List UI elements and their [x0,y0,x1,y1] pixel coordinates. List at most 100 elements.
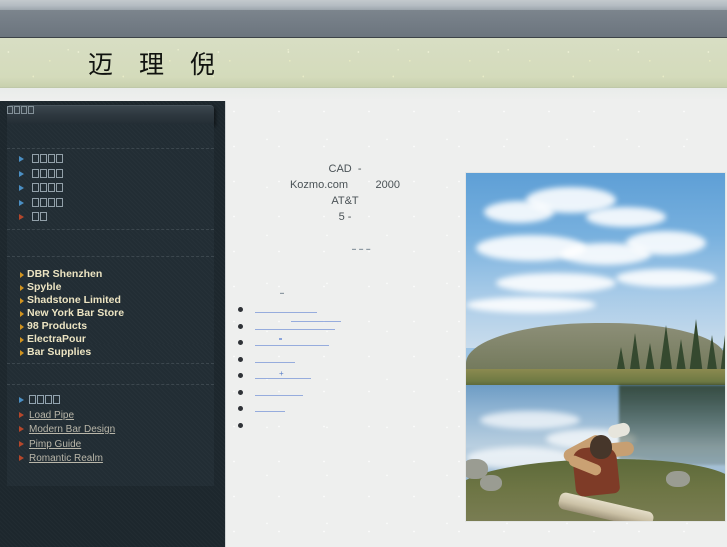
link-underline [255,361,295,363]
sidebar-nav-label [32,197,64,209]
link-underline [291,320,341,322]
sidebar-brand-item-1[interactable]: Spyble [15,281,210,294]
cloud [626,231,706,255]
chevron-right-icon [19,440,24,447]
triangle-right-icon [20,337,24,343]
sidebar-nav-item-0[interactable] [15,153,205,168]
sidebar-brand-item-3[interactable]: New York Bar Store [15,307,210,320]
chevron-right-icon [19,426,24,432]
main-link-item-7[interactable] [233,417,463,434]
link-underline [255,312,317,313]
sidebar-nav-label [32,183,64,194]
sidebar-brand-item-5[interactable]: ElectraPour [15,333,210,346]
triangle-right-icon [20,298,24,304]
sidebar-link-label[interactable]: Romantic Realm [29,453,103,464]
browser-toolbar-band [0,10,727,38]
photo-tree-reflection [619,385,725,465]
sidebar-link-label[interactable]: Pimp Guide [29,439,81,450]
missing-glyph-box [37,395,44,404]
main-link-item-1[interactable] [233,318,463,335]
chevron-right-icon [19,455,24,461]
person-head [590,435,612,459]
missing-glyph-box [53,395,60,404]
sidebar-brand-item-0[interactable]: DBR Shenzhen [15,268,210,281]
main-link-item-3[interactable] [233,351,463,368]
article-line: CAD - [328,163,362,175]
sidebar-divider [7,229,214,230]
sidebar-brand-item-6[interactable]: Bar Supplies [15,346,210,359]
triangle-right-icon [20,272,24,278]
link-underline [255,394,303,396]
link-glyph-fragment [279,338,282,340]
sidebar-divider [7,148,214,149]
missing-glyph-box [56,183,63,192]
main-link-item-0[interactable] [233,301,463,318]
sidebar: DBR Shenzhen Spyble Shadstone Limited New Y… [0,101,225,547]
bullet-icon [238,389,243,395]
link-underline [255,328,335,330]
missing-glyph-box [56,154,63,163]
page-body: DBR Shenzhen Spyble Shadstone Limited New Y… [0,101,727,547]
site-title: 迈 理 倪 [88,50,224,79]
bullet-icon [238,373,243,378]
sidebar-link-item-0[interactable] [15,394,210,409]
sidebar-divider [7,256,214,257]
sidebar-brand-label: Spyble [27,281,62,293]
sidebar-nav-label [32,212,48,223]
header-shadow-strip [0,88,727,101]
main-link-item-2[interactable] [233,334,463,351]
main-link-item-6[interactable] [233,400,463,417]
sidebar-link-item-1[interactable]: Load Pipe [15,409,210,424]
bullet-icon [238,422,243,428]
main-content: CAD - Kozmo.com 2000 AT&T 5 - ▬ ▬ ▬ ▬ + [225,101,727,547]
sidebar-link-label[interactable] [29,395,61,406]
sidebar-nav-item-3[interactable] [15,197,205,212]
missing-glyph-box [45,395,52,404]
sidebar-link-item-3[interactable]: Pimp Guide [15,438,210,453]
main-link-item-4[interactable]: + [233,367,463,384]
sidebar-link-label[interactable]: Load Pipe [29,410,74,421]
main-link-item-5[interactable] [233,384,463,401]
sidebar-nav-item-1[interactable] [15,168,205,183]
sidebar-brand-item-4[interactable]: 98 Products [15,320,210,333]
missing-glyph-box [40,183,47,192]
missing-glyph-box [32,183,39,192]
sidebar-link-item-2[interactable]: Modern Bar Design [15,423,210,438]
missing-glyph-box [40,154,47,163]
sidebar-brand-label: ElectraPour [27,333,86,345]
missing-glyph-box [48,154,55,163]
missing-glyph-box [32,168,39,178]
sidebar-nav-item-4[interactable] [15,211,205,226]
missing-glyph-box [48,183,55,192]
rock [480,475,502,491]
chevron-right-icon [19,214,24,220]
sidebar-header-label [7,105,35,116]
sidebar-brand-item-2[interactable]: Shadstone Limited [15,294,210,307]
bullet-icon [238,356,243,362]
triangle-right-icon [20,311,24,317]
content-divider [225,101,226,547]
bullet-icon [238,406,243,411]
browser-top-strip [0,0,727,10]
bullet-icon [238,307,243,312]
missing-glyph-box [29,395,36,404]
cloud [586,207,666,227]
article-line: 5 - [338,211,352,223]
sidebar-brand-label: New York Bar Store [27,307,125,319]
missing-glyph-box [40,168,47,178]
chevron-right-icon [19,199,24,206]
article-faint-line: ▬ [280,290,285,295]
sidebar-nav-item-2[interactable] [15,182,205,197]
link-underline [255,411,285,412]
missing-glyph-box [7,106,13,114]
lake-photo [466,173,725,521]
missing-glyph-box [32,197,39,207]
chevron-right-icon [19,156,24,162]
sidebar-link-item-4[interactable]: Romantic Realm [15,452,210,467]
sidebar-brand-list: DBR Shenzhen Spyble Shadstone Limited New Y… [15,268,210,359]
site-header-band: 迈 理 倪 [0,38,727,88]
missing-glyph-box [40,197,47,207]
cloud [466,297,596,313]
triangle-right-icon [20,324,24,330]
sidebar-link-label[interactable]: Modern Bar Design [29,424,115,435]
